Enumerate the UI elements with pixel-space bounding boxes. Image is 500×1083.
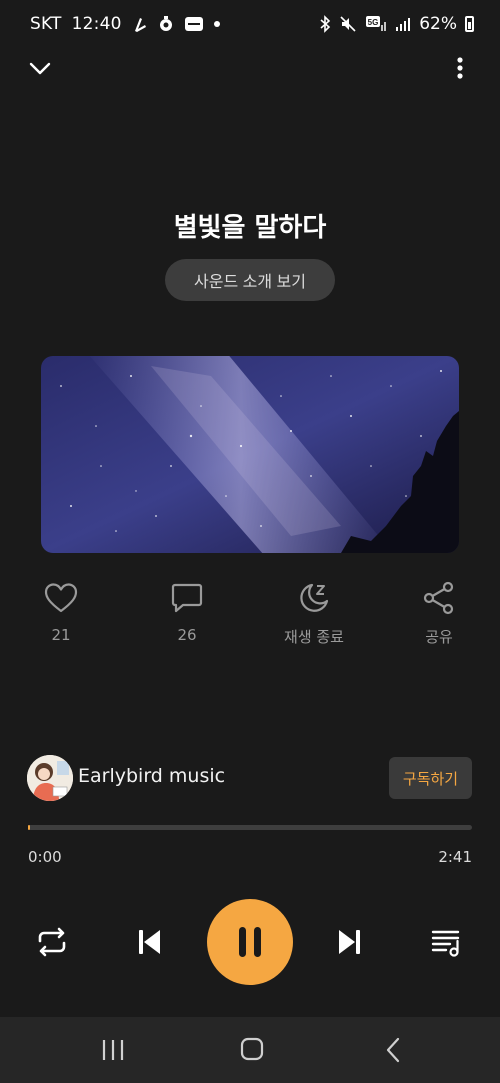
notification-app-icon [184, 15, 204, 33]
sleep-timer-button[interactable]: 재생 종료 [264, 580, 364, 647]
previous-track-button[interactable] [125, 918, 173, 966]
sleep-timer-icon [300, 583, 329, 612]
battery-percent: 62% [419, 14, 457, 34]
comment-icon [171, 583, 203, 613]
repeat-icon [38, 927, 66, 957]
notification-app-icon [158, 15, 174, 33]
back-icon [386, 1037, 400, 1063]
heart-icon [44, 583, 78, 613]
like-count: 21 [51, 626, 71, 644]
status-right: 5G 62% [319, 14, 474, 34]
home-icon [240, 1037, 264, 1061]
playlist-icon [431, 930, 460, 957]
recent-apps-icon [102, 1040, 124, 1060]
skip-next-icon [339, 930, 360, 954]
chevron-down-icon [29, 62, 51, 75]
repeat-button[interactable] [28, 918, 76, 966]
milky-way-image [41, 356, 459, 553]
clock: 12:40 [71, 14, 122, 34]
share-button[interactable]: 공유 [389, 580, 489, 647]
status-bar: SKT 12:40 5G 62% [0, 0, 500, 50]
battery-icon [465, 16, 474, 32]
avatar-illustration [27, 755, 73, 801]
pause-button[interactable] [207, 899, 293, 985]
playlist-button[interactable] [423, 918, 471, 966]
share-icon [423, 581, 454, 615]
bluetooth-icon [319, 15, 331, 33]
channel-avatar[interactable] [27, 755, 73, 801]
like-button[interactable]: 21 [11, 580, 111, 644]
comment-count: 26 [177, 626, 197, 644]
share-label: 공유 [425, 628, 453, 646]
pause-icon [239, 927, 261, 957]
status-left: SKT 12:40 [30, 14, 220, 34]
home-button[interactable] [238, 1035, 266, 1063]
mute-icon [339, 15, 357, 33]
carrier-label: SKT [30, 14, 62, 34]
recent-apps-button[interactable] [98, 1037, 128, 1063]
more-options-button[interactable] [452, 55, 468, 83]
total-duration: 2:41 [438, 848, 472, 866]
notification-app-icon [132, 15, 148, 33]
back-button[interactable] [380, 1036, 406, 1064]
signal-icon [395, 16, 411, 32]
cover-artwork [41, 356, 459, 553]
channel-name[interactable]: Earlybird music [78, 765, 225, 787]
system-navigation-bar [0, 1017, 500, 1083]
more-notifications-dot-icon [213, 21, 220, 27]
more-vertical-icon [457, 57, 463, 79]
progress-fill [28, 825, 30, 830]
sound-intro-button[interactable]: 사운드 소개 보기 [165, 259, 335, 301]
next-track-button[interactable] [326, 918, 374, 966]
sleep-timer-label: 재생 종료 [284, 628, 344, 646]
svg-text:5G: 5G [368, 18, 379, 27]
track-title: 별빛을 말하다 [173, 213, 327, 243]
collapse-player-button[interactable] [28, 57, 52, 81]
subscribe-button[interactable]: 구독하기 [389, 757, 472, 799]
progress-bar[interactable] [28, 825, 472, 830]
elapsed-time: 0:00 [28, 848, 62, 866]
network-5g-icon: 5G [365, 15, 387, 33]
skip-previous-icon [139, 930, 160, 954]
comment-button[interactable]: 26 [137, 580, 237, 644]
